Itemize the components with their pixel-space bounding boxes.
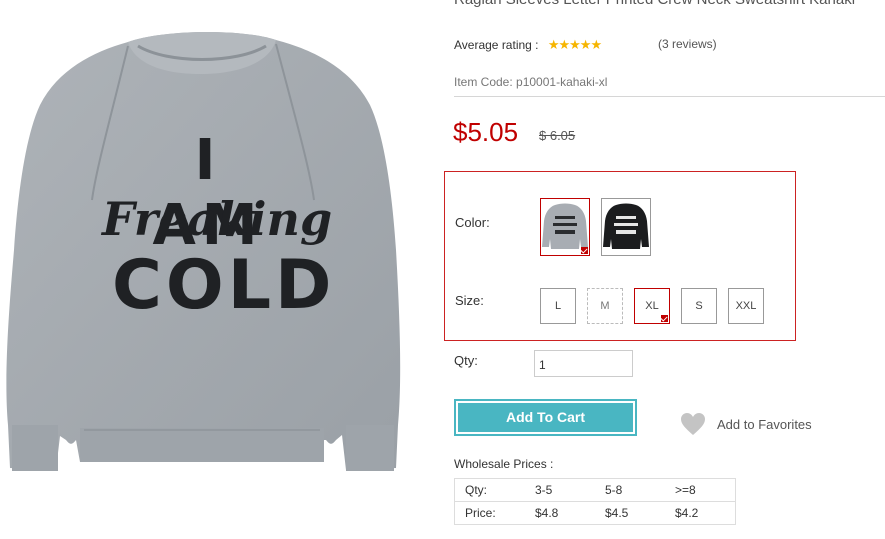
selected-check-icon <box>581 247 588 254</box>
size-option-s[interactable]: S <box>681 288 717 324</box>
black-sweatshirt-thumb <box>603 203 649 249</box>
size-option-xl[interactable]: XL <box>634 288 670 324</box>
size-label: Size: <box>455 293 484 308</box>
size-option-xl-label: XL <box>645 300 659 312</box>
product-image: I AM Freaking COLD <box>0 0 420 534</box>
star-rating-icon: ★★★★★ <box>547 37 602 52</box>
table-cell: Price: <box>454 501 525 525</box>
add-to-favorites-label: Add to Favorites <box>717 417 812 432</box>
print-line-3: COLD <box>112 246 336 325</box>
color-label: Color: <box>455 215 490 230</box>
print-line-2: Freaking <box>102 192 333 246</box>
size-option-l[interactable]: L <box>540 288 576 324</box>
add-to-cart-button[interactable]: Add To Cart <box>454 399 637 436</box>
size-option-xxl[interactable]: XXL <box>728 288 764 324</box>
color-swatch-gray[interactable] <box>540 198 590 256</box>
table-cell: 3-5 <box>525 478 595 502</box>
table-row: Qty: 3-5 5-8 >=8 <box>454 478 736 502</box>
rating-row: Average rating : ★★★★★ <box>454 37 602 53</box>
item-code: Item Code: p10001-kahaki-xl <box>454 75 608 89</box>
reviews-link[interactable]: (3 reviews) <box>658 37 717 51</box>
heart-icon <box>681 413 705 435</box>
wholesale-table: Qty: 3-5 5-8 >=8 Price: $4.8 $4.5 $4.2 <box>454 478 736 525</box>
table-cell: >=8 <box>665 478 736 502</box>
table-cell: Qty: <box>454 478 525 502</box>
product-title: Raglan Sleeves Letter Printed Crew Neck … <box>454 0 885 9</box>
table-cell: $4.8 <box>525 501 595 525</box>
original-price: $ 6.05 <box>539 128 576 143</box>
wholesale-title: Wholesale Prices : <box>454 457 554 471</box>
table-cell: $4.5 <box>595 501 665 525</box>
qty-label: Qty: <box>454 353 478 368</box>
size-option-m[interactable]: M <box>587 288 623 324</box>
current-price: $5.05 <box>453 117 519 147</box>
divider <box>454 96 885 97</box>
table-cell: $4.2 <box>665 501 736 525</box>
rating-label: Average rating : <box>454 38 539 52</box>
selected-check-icon <box>661 315 668 322</box>
qty-input[interactable] <box>534 350 633 377</box>
options-box: Color: Size: L M XL S XXL <box>444 171 796 341</box>
table-cell: 5-8 <box>595 478 665 502</box>
table-row: Price: $4.8 $4.5 $4.2 <box>454 501 736 525</box>
color-swatch-black[interactable] <box>601 198 651 256</box>
